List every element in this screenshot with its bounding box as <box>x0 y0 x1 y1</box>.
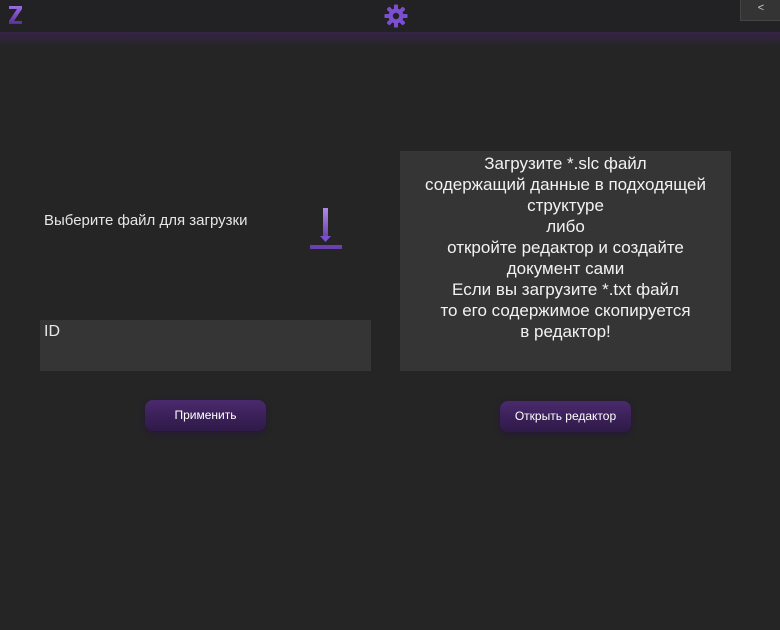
choose-file-label: Выберите файл для загрузки <box>44 212 248 229</box>
info-line: то его содержимое скопируется <box>440 301 691 320</box>
info-line: документ сами <box>506 259 625 278</box>
apply-button[interactable]: Применить <box>145 400 266 431</box>
info-panel: Загрузите *.slc файл содержащий данные в… <box>400 151 731 371</box>
info-line: содержащий данные в подходящей <box>425 175 706 194</box>
open-editor-button[interactable]: Открыть редактор <box>500 401 631 432</box>
info-line: в редактор! <box>520 322 611 341</box>
top-bar-glow <box>0 32 780 46</box>
download-arrow-icon[interactable] <box>308 206 344 254</box>
info-line: откройте редактор и создайте <box>447 238 684 257</box>
gear-icon[interactable] <box>384 4 408 28</box>
info-text: Загрузите *.slc файл содержащий данные в… <box>400 153 731 342</box>
id-field[interactable] <box>40 320 371 371</box>
z-logo-icon[interactable] <box>6 4 26 26</box>
back-button[interactable]: < <box>740 0 780 21</box>
info-line: структуре <box>527 196 604 215</box>
info-line: либо <box>546 217 585 236</box>
info-line: Загрузите *.slc файл <box>484 154 647 173</box>
info-line: Если вы загрузите *.txt файл <box>452 280 679 299</box>
